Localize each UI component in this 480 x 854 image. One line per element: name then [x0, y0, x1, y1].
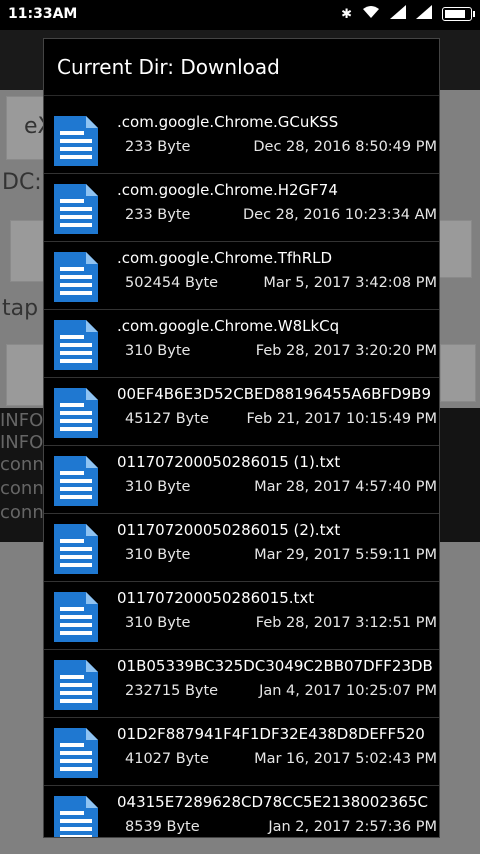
file-name: 00EF4B6E3D52CBED88196455A6BFD9B9	[117, 385, 432, 403]
file-size: 233 Byte	[125, 139, 191, 155]
log-line: conn	[0, 502, 44, 523]
file-size: 45127 Byte	[125, 411, 209, 427]
file-list-item[interactable]: .com.google.Chrome.TfhRLD 502454 Byte Ma…	[44, 241, 439, 309]
document-icon	[54, 524, 98, 574]
signal-icon	[416, 5, 432, 23]
file-size: 310 Byte	[125, 547, 191, 563]
background-button	[440, 344, 476, 402]
file-name: 04315E7289628CD78CC5E2138002365C	[117, 793, 428, 811]
file-size: 310 Byte	[125, 479, 191, 495]
file-name: .com.google.Chrome.H2GF74	[117, 181, 338, 199]
file-list-item[interactable]: .com.google.Chrome.W8LkCq 310 Byte Feb 2…	[44, 309, 439, 377]
file-list-item[interactable]: 011707200050286015 (1).txt 310 Byte Mar …	[44, 445, 439, 513]
document-icon	[54, 184, 98, 234]
file-name: .com.google.Chrome.GCuKSS	[117, 113, 339, 131]
file-list-item[interactable]: .com.google.Chrome.GCuKSS 233 Byte Dec 2…	[44, 106, 439, 173]
wifi-icon	[362, 5, 380, 23]
log-line: conn	[0, 454, 44, 475]
file-size: 310 Byte	[125, 615, 191, 631]
file-size: 310 Byte	[125, 343, 191, 359]
file-list-item[interactable]: 011707200050286015 (2).txt 310 Byte Mar …	[44, 513, 439, 581]
background-dc-label: DC:	[2, 170, 42, 195]
file-list-item[interactable]: .com.google.Chrome.H2GF74 233 Byte Dec 2…	[44, 173, 439, 241]
file-name: .com.google.Chrome.TfhRLD	[117, 249, 333, 267]
file-size: 233 Byte	[125, 207, 191, 223]
file-list-item[interactable]: 01B05339BC325DC3049C2BB07DFF23DB 232715 …	[44, 649, 439, 717]
log-line: INFO	[0, 432, 44, 453]
document-icon	[54, 592, 98, 642]
file-size: 502454 Byte	[125, 275, 219, 291]
file-date: Jan 4, 2017 10:25:07 PM	[259, 683, 437, 699]
file-date: Mar 29, 2017 5:59:11 PM	[254, 547, 437, 563]
file-list-item[interactable]: 04315E7289628CD78CC5E2138002365C 8539 By…	[44, 785, 439, 837]
file-date: Mar 16, 2017 5:02:43 PM	[254, 751, 437, 767]
bluetooth-icon: ✱	[341, 6, 352, 22]
file-date: Dec 28, 2016 8:50:49 PM	[253, 139, 437, 155]
file-date: Jan 2, 2017 2:57:36 PM	[268, 819, 437, 835]
document-icon	[54, 320, 98, 370]
document-icon	[54, 456, 98, 506]
document-icon	[54, 252, 98, 302]
file-list[interactable]: .com.google.Chrome.GCuKSS 233 Byte Dec 2…	[44, 106, 439, 837]
file-name: 011707200050286015 (1).txt	[117, 453, 341, 471]
file-name: 011707200050286015 (2).txt	[117, 521, 341, 539]
file-size: 8539 Byte	[125, 819, 200, 835]
background-card-button	[6, 344, 44, 406]
battery-icon	[442, 7, 475, 21]
file-size: 232715 Byte	[125, 683, 219, 699]
file-chooser-dialog: Current Dir: Download .com.google.Chrome…	[43, 38, 440, 838]
file-name: 01B05339BC325DC3049C2BB07DFF23DB	[117, 657, 433, 675]
dialog-title: Current Dir: Download	[44, 39, 439, 96]
file-list-item[interactable]: 01D2F887941F4F1DF32E438D8DEFF520 41027 B…	[44, 717, 439, 785]
status-icons: ✱	[341, 5, 475, 23]
background-tap-label: tap	[2, 296, 39, 321]
file-name: .com.google.Chrome.W8LkCq	[117, 317, 340, 335]
file-list-item[interactable]: 00EF4B6E3D52CBED88196455A6BFD9B9 45127 B…	[44, 377, 439, 445]
background-button	[438, 220, 472, 278]
file-name: 011707200050286015.txt	[117, 589, 315, 607]
file-size: 41027 Byte	[125, 751, 209, 767]
status-time: 11:33AM	[8, 6, 78, 22]
document-icon	[54, 796, 98, 837]
document-icon	[54, 116, 98, 166]
file-date: Mar 28, 2017 4:57:40 PM	[254, 479, 437, 495]
document-icon	[54, 660, 98, 710]
document-icon	[54, 728, 98, 778]
file-date: Dec 28, 2016 10:23:34 AM	[242, 207, 437, 223]
file-date: Mar 5, 2017 3:42:08 PM	[263, 275, 437, 291]
file-date: Feb 28, 2017 3:20:20 PM	[255, 343, 437, 359]
signal-icon	[390, 5, 406, 23]
file-date: Feb 21, 2017 10:15:49 PM	[246, 411, 437, 427]
file-name: 01D2F887941F4F1DF32E438D8DEFF520	[117, 725, 425, 743]
file-date: Feb 28, 2017 3:12:51 PM	[255, 615, 437, 631]
status-bar: 11:33AM ✱	[0, 0, 480, 30]
log-line: conn	[0, 478, 44, 499]
document-icon	[54, 388, 98, 438]
log-line: INFO	[0, 410, 44, 431]
file-list-item[interactable]: 011707200050286015.txt 310 Byte Feb 28, …	[44, 581, 439, 649]
